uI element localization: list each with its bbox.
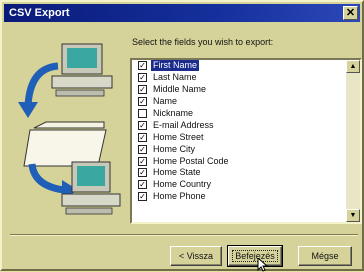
field-list-item[interactable]: ✓ Home City [132, 143, 346, 155]
back-button-label: < Vissza [178, 251, 214, 261]
title-bar[interactable]: CSV Export ✕ [4, 4, 360, 22]
folder-icon [23, 121, 107, 167]
field-list-item[interactable]: ✓ E-mail Address [132, 119, 346, 131]
field-checkbox[interactable]: ✓ [138, 180, 147, 190]
field-label: Home State [153, 167, 201, 178]
cancel-button[interactable]: Mégse [298, 246, 352, 266]
field-list-item[interactable]: ✓ Last Name [132, 72, 346, 84]
field-label: Home Country [153, 179, 212, 190]
field-list-item[interactable]: ✓ Home Street [132, 131, 346, 143]
field-label: Name [153, 96, 178, 107]
back-button[interactable]: < Vissza [170, 246, 222, 266]
field-checkbox[interactable]: ✓ [138, 156, 147, 166]
field-label: E-mail Address [153, 119, 214, 130]
field-checkbox[interactable]: ✓ [138, 61, 147, 71]
field-items: ✓ First Name ✓ Last Name ✓ Middle Name ✓ Name Ni… [132, 60, 346, 203]
field-label: Home Phone [153, 191, 206, 202]
field-label: Last Name [153, 72, 197, 83]
field-checkbox[interactable]: ✓ [138, 132, 147, 142]
field-list-item[interactable]: ✓ Home State [132, 167, 346, 179]
field-checkbox[interactable]: ✓ [138, 97, 147, 107]
computer-icon [51, 43, 113, 97]
field-checkbox[interactable]: ✓ [138, 168, 147, 178]
dialog-title: CSV Export [9, 7, 70, 19]
arrow-icon [18, 62, 59, 118]
field-list-item[interactable]: ✓ Middle Name [132, 84, 346, 96]
scrollbar[interactable]: ▲ ▼ [346, 60, 360, 222]
instruction-label: Select the fields you wish to export: [132, 37, 274, 47]
close-icon: ✕ [345, 7, 356, 19]
field-list[interactable]: ✓ First Name ✓ Last Name ✓ Middle Name ✓ Name Ni… [130, 58, 362, 224]
field-checkbox[interactable]: ✓ [138, 192, 147, 202]
scroll-down-button[interactable]: ▼ [346, 209, 360, 222]
arrow-up-icon: ▲ [349, 63, 357, 70]
field-label: Middle Name [153, 84, 207, 95]
close-button[interactable]: ✕ [343, 6, 358, 20]
finish-button-label: Befejezés [232, 250, 278, 262]
field-label: Home City [153, 143, 196, 154]
finish-button[interactable]: Befejezés [227, 245, 283, 267]
wizard-illustration [18, 43, 121, 215]
field-list-item[interactable]: ✓ Name [132, 96, 346, 108]
field-label: Nickname [153, 108, 194, 118]
arrow-down-icon: ▼ [349, 212, 357, 219]
cancel-button-label: Mégse [311, 251, 339, 261]
field-list-item[interactable]: ✓ Home Phone [132, 191, 346, 203]
scroll-up-button[interactable]: ▲ [346, 60, 360, 73]
csv-export-dialog: CSV Export ✕ Select the fields you wish … [0, 0, 364, 272]
field-checkbox[interactable] [138, 109, 147, 118]
field-list-item[interactable]: ✓ First Name [132, 60, 346, 73]
field-checkbox[interactable]: ✓ [138, 144, 147, 154]
separator [10, 234, 358, 236]
field-list-item[interactable]: ✓ Home Country [132, 179, 346, 191]
field-label: Home Street [153, 131, 204, 142]
field-checkbox[interactable]: ✓ [138, 85, 147, 95]
field-label: First Name [149, 60, 201, 73]
field-checkbox[interactable]: ✓ [138, 120, 147, 130]
field-checkbox[interactable]: ✓ [138, 73, 147, 83]
mouse-cursor-icon [257, 258, 269, 272]
field-list-item[interactable]: ✓ Home Postal Code [132, 155, 346, 167]
field-label: Home Postal Code [153, 155, 229, 166]
field-list-item[interactable]: Nickname [132, 108, 346, 120]
